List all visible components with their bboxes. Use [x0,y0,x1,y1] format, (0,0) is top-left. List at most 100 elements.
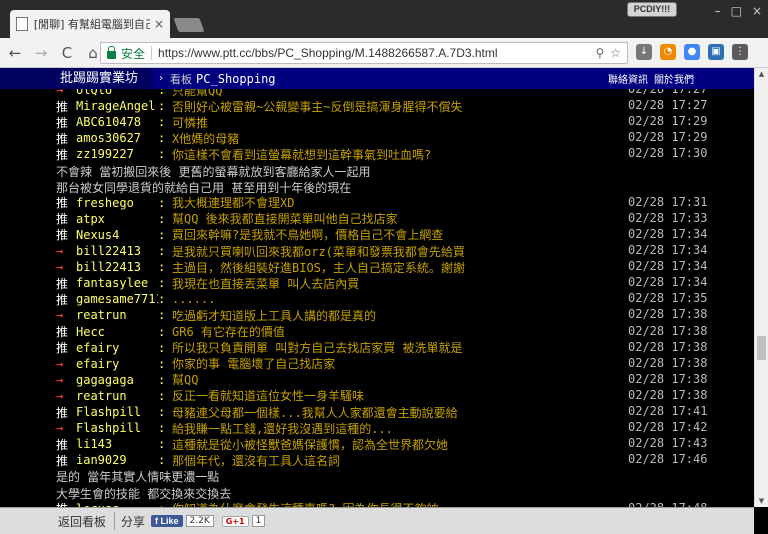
push-userid[interactable]: ian9029 [76,453,158,467]
omnibox-divider [151,46,153,60]
push-userid[interactable]: olQlo [76,89,158,97]
push-content: 給我賺一點工錢,還好我沒遇到這種的... [172,421,393,436]
push-tag: 推 [56,147,69,162]
tool-extension-icon[interactable]: ▣ [708,44,724,60]
new-tab-button[interactable] [173,18,205,32]
url-text[interactable]: https://www.ptt.cc/bbs/PC_Shopping/M.148… [158,46,589,60]
push-userid[interactable]: efairy [76,341,158,355]
push-userid[interactable]: bill22413 [76,260,158,274]
push-userid[interactable]: freshego [76,196,158,210]
push-content: 這種就是從小被怪獸爸媽保護慣，認為全世界都欠她 [172,437,449,452]
reload-icon[interactable]: C [56,44,78,62]
push-userid[interactable]: MirageAngel [76,99,158,113]
about-us-link[interactable]: 關於我們 [654,71,694,86]
push-colon: : [158,276,166,291]
push-time: 02/28 17:34 [628,226,708,241]
push-tag: 推 [56,292,69,307]
push-userid[interactable]: efairy [76,357,158,371]
push-line: 推 fantasylee: 我現在也直接丟菜單 叫人去店內買 [56,275,642,291]
ptt-topbar: 批踢踢實業坊 › 看板 PC_Shopping 聯絡資訊 關於我們 [0,68,754,89]
push-userid[interactable]: fantasylee [76,276,158,290]
push-time: 02/28 17:41 [628,404,708,418]
profile-extension-icon[interactable]: ● [684,44,700,60]
back-arrow-icon[interactable]: ← [4,44,26,62]
push-userid[interactable]: bill22413 [76,244,158,258]
push-line: → Flashpill: 給我賺一點工錢,還好我沒遇到這種的... [56,420,642,436]
page-icon [16,17,28,31]
board-name-link[interactable]: PC_Shopping [196,72,275,86]
bookmark-star-icon[interactable]: ☆ [610,46,621,60]
push-tag: 推 [56,276,69,291]
contact-info-link[interactable]: 聯絡資訊 [608,71,648,86]
window-controls: – □ × [715,4,762,18]
push-userid[interactable]: zz199227 [76,147,158,161]
facebook-like-button[interactable]: f Like [151,515,183,527]
push-userid[interactable]: Nexus4 [76,228,158,242]
scroll-thumb[interactable] [757,336,766,360]
push-content: 幫QQ 後來我都直接開菜單叫他自己找店家 [172,212,398,227]
push-userid[interactable]: Flashpill [76,421,158,435]
close-tab-icon[interactable]: × [154,17,164,31]
push-time: 02/28 17:33 [628,210,708,225]
push-tag: 推 [56,405,69,420]
push-userid[interactable]: atpx [76,212,158,226]
push-line: 推 MirageAngel: 否則好心被雷親~公親變事主~反倒是搞渾身腥得不償失 [56,98,642,114]
push-content: 那個年代，還沒有工具人這名詞 [172,453,341,468]
push-time: 02/28 17:38 [628,339,708,354]
push-tag: → [56,421,64,436]
push-tag: 推 [56,212,69,227]
push-line: → reatrun: 反正一看就知道這位女性一身羊騷味 [56,388,642,404]
forward-arrow-icon[interactable]: → [30,44,52,62]
scroll-down-icon[interactable]: ▼ [755,495,768,507]
push-tag: 推 [56,196,69,211]
breadcrumb-separator: › [158,73,165,84]
push-content: 你這樣不會看到這螢幕就想到這幹事氣到吐血嗎? [172,147,432,162]
push-userid[interactable]: Flashpill [76,405,158,419]
push-userid[interactable]: Hecc [76,325,158,339]
address-bar[interactable]: 安全 https://www.ptt.cc/bbs/PC_Shopping/M.… [100,42,628,64]
article-pushes: → olQlo: 只能幫QQ 02/28 17:27 推 MirageAngel: 否則好心… [0,89,754,507]
push-time: 02/28 17:27 [628,98,708,113]
push-colon: : [158,324,166,339]
push-line: 推 gamesame7711:...... [56,291,642,307]
push-userid[interactable]: gamesame7711 [76,292,158,306]
minimize-icon[interactable]: – [715,4,721,18]
push-colon: : [158,195,166,210]
zoom-icon[interactable]: ⚲ [595,46,604,60]
push-userid[interactable]: li143 [76,437,158,451]
push-userid[interactable]: ABC610478 [76,115,158,129]
maximize-icon[interactable]: □ [731,4,742,18]
download-extension-icon[interactable]: ↓ [636,44,652,60]
push-colon: : [158,260,166,275]
push-tag: → [56,89,64,97]
close-window-icon[interactable]: × [752,4,762,18]
push-colon: : [158,131,166,146]
push-colon: : [158,115,166,130]
page-scrollbar[interactable]: ▲ ▼ [754,68,768,507]
push-time: 02/28 17:38 [628,387,708,402]
menu-icon[interactable]: ⋮ [732,44,748,60]
google-plus-button[interactable]: G+1 [221,515,249,527]
push-userid[interactable]: reatrun [76,389,158,403]
profile-badge[interactable]: PCDIY!!! [627,2,677,17]
browser-tab[interactable]: [閒聊] 有幫組電腦到自己 × [10,10,170,38]
push-colon: : [158,356,166,371]
browser-toolbar: ← → C ⌂ 安全 https://www.ptt.cc/bbs/PC_Sho… [0,38,768,68]
article-text-line: 不會辣 當初搬回來後 更舊的螢幕就放到客廳給家人一起用 [56,164,371,179]
push-userid[interactable]: gagagaga [76,373,158,387]
avast-extension-icon[interactable]: ◔ [660,44,676,60]
push-line: 推 ian9029: 那個年代，還沒有工具人這名詞 [56,452,642,468]
push-line: 推 Nexus4: 買回來幹嘛?是我就不鳥她啊，價格自己不會上網查 [56,227,642,243]
push-userid[interactable]: reatrun [76,308,158,322]
push-userid[interactable]: amos30627 [76,131,158,145]
push-time: 02/28 17:38 [628,307,708,322]
back-to-board-button[interactable]: 返回看板 [0,513,114,530]
scroll-up-icon[interactable]: ▲ [755,68,768,80]
share-label: 分享 [121,514,146,529]
push-time: 02/28 17:38 [628,355,708,370]
extension-icons: ↓ ◔ ● ▣ ⋮ [636,44,748,60]
site-brand-link[interactable]: 批踢踢實業坊 [0,68,153,89]
browser-tabstrip: [閒聊] 有幫組電腦到自己 × PCDIY!!! – □ × [0,0,768,38]
push-tag: → [56,244,64,258]
push-colon: : [158,405,166,419]
